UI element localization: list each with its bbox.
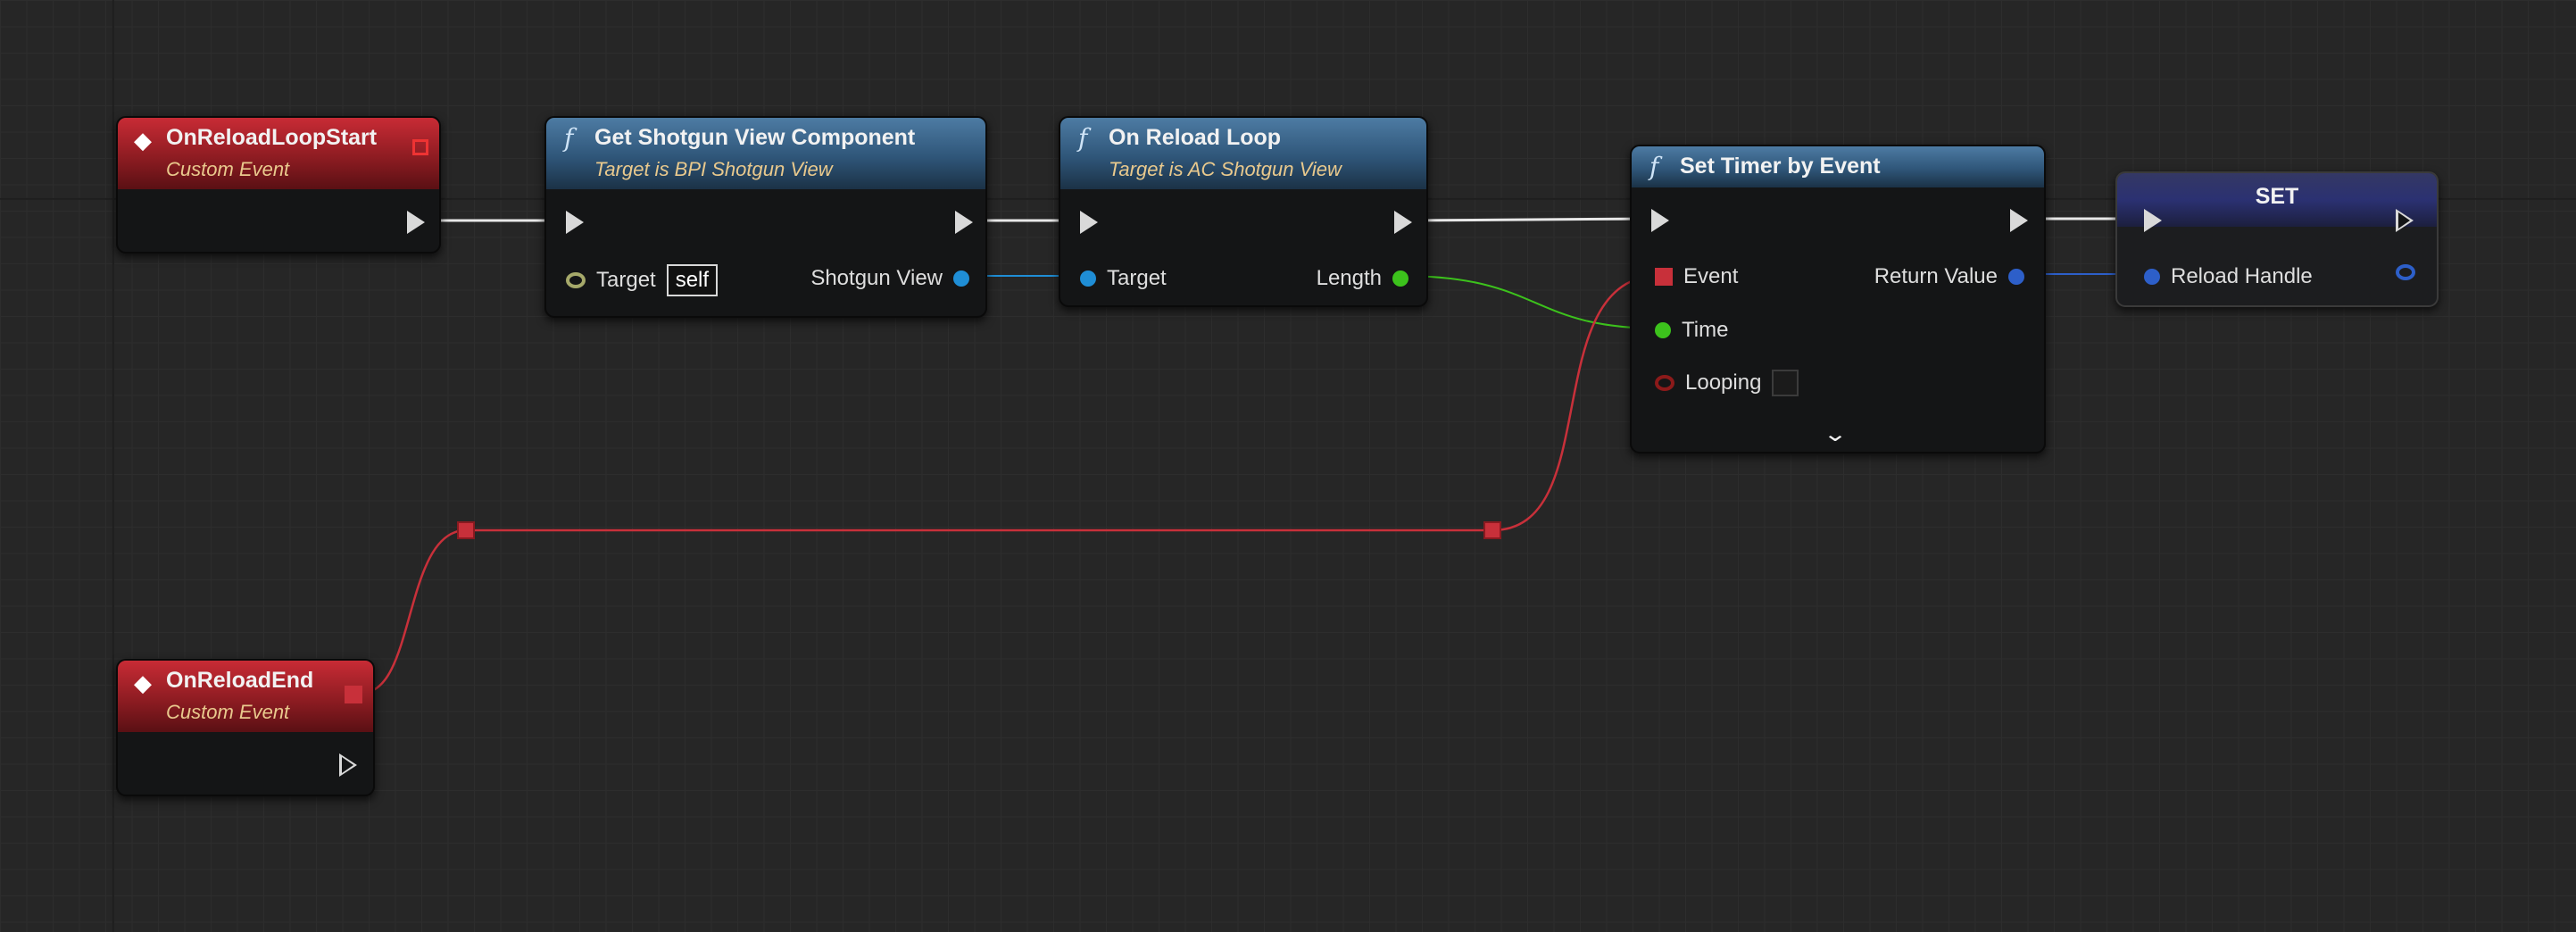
on-reload-end-node[interactable]: ◆ OnReloadEnd Custom Event <box>116 659 375 796</box>
reload-handle-input-pin[interactable]: Reload Handle <box>2144 264 2313 289</box>
event-diamond-icon: ◆ <box>134 670 152 696</box>
delegate-output-pin[interactable] <box>412 139 428 155</box>
target-value-field[interactable]: self <box>666 264 719 296</box>
target-input-pin[interactable]: Target self <box>566 264 719 296</box>
node-header: f Get Shotgun View Component Target is B… <box>546 118 985 189</box>
node-title: OnReloadEnd <box>166 668 314 693</box>
target-label: Target <box>596 268 656 292</box>
event-label: Event <box>1683 264 1739 288</box>
exec-arrow-icon <box>1080 211 1098 234</box>
exec-input-pin[interactable] <box>566 211 584 234</box>
output-label: Shotgun View <box>810 266 943 290</box>
exec-output-pin[interactable] <box>955 211 973 234</box>
node-title: On Reload Loop <box>1109 125 1282 150</box>
exec-arrow-icon <box>2144 209 2162 232</box>
function-f-icon: f <box>1078 123 1088 153</box>
looping-checkbox[interactable] <box>1772 370 1799 396</box>
exec-arrow-icon <box>1394 211 1412 234</box>
on-reload-loop-start-node[interactable]: ◆ OnReloadLoopStart Custom Event <box>116 116 441 254</box>
float-wire <box>1399 275 1663 329</box>
exec-arrow-icon <box>2396 209 2414 232</box>
chevron-down-icon[interactable]: ⌄ <box>1823 421 1848 447</box>
target-label: Target <box>1107 266 1167 290</box>
exec-output-pin[interactable] <box>407 211 425 234</box>
time-label: Time <box>1682 318 1729 342</box>
set-reload-handle-node[interactable]: SET Reload Handle <box>2115 171 2439 307</box>
delegate-pin-icon <box>1655 268 1673 286</box>
object-pin-icon <box>953 270 969 287</box>
node-header: ◆ OnReloadLoopStart Custom Event <box>118 118 439 189</box>
output-label: Length <box>1316 266 1382 290</box>
get-shotgun-view-component-node[interactable]: f Get Shotgun View Component Target is B… <box>544 116 987 318</box>
handle-pin-icon <box>2008 269 2024 285</box>
event-diamond-icon: ◆ <box>134 127 152 154</box>
node-subtitle: Custom Event <box>166 701 290 723</box>
reroute-node-2[interactable] <box>1483 521 1501 539</box>
node-title: Set Timer by Event <box>1680 154 1881 179</box>
exec-output-pin[interactable] <box>1394 211 1412 234</box>
node-header: f Set Timer by Event <box>1632 146 2044 187</box>
set-timer-by-event-node[interactable]: f Set Timer by Event Event Return Value … <box>1630 145 2046 454</box>
reload-handle-output-pin[interactable] <box>2396 264 2415 280</box>
function-f-icon: f <box>1649 152 1659 181</box>
return-label: Return Value <box>1874 264 1998 288</box>
node-title: SET <box>2255 184 2299 209</box>
handle-pin-icon <box>2396 264 2415 280</box>
var-label: Reload Handle <box>2171 264 2313 288</box>
node-header: f On Reload Loop Target is AC Shotgun Vi… <box>1060 118 1426 189</box>
target-input-pin[interactable]: Target <box>1080 266 1167 291</box>
exec-arrow-icon <box>2010 209 2028 232</box>
exec-arrow-icon <box>955 211 973 234</box>
node-subtitle: Target is BPI Shotgun View <box>594 158 833 180</box>
exec-arrow-icon <box>566 211 584 234</box>
bool-pin-icon <box>1655 375 1674 391</box>
object-pin-icon <box>1080 270 1096 287</box>
exec-arrow-icon <box>339 753 357 777</box>
length-output-pin[interactable]: Length <box>1317 266 1408 291</box>
node-header: SET <box>2117 173 2437 227</box>
delegate-wire-a <box>361 528 467 695</box>
exec-output-pin[interactable] <box>2010 209 2028 232</box>
return-value-output-pin[interactable]: Return Value <box>1874 264 2024 289</box>
exec-input-pin[interactable] <box>1651 209 1669 232</box>
time-input-pin[interactable]: Time <box>1655 318 1728 343</box>
node-subtitle: Custom Event <box>166 158 290 180</box>
exec-arrow-icon <box>407 211 425 234</box>
exec-arrow-icon <box>1651 209 1669 232</box>
looping-label: Looping <box>1685 370 1762 395</box>
exec-output-pin[interactable] <box>2396 209 2414 232</box>
node-header: ◆ OnReloadEnd Custom Event <box>118 661 373 732</box>
on-reload-loop-node[interactable]: f On Reload Loop Target is AC Shotgun Vi… <box>1059 116 1428 307</box>
float-pin-icon <box>1655 322 1671 338</box>
function-f-icon: f <box>564 123 574 153</box>
exec-output-pin[interactable] <box>339 753 357 777</box>
shotgun-view-output-pin[interactable]: Shotgun View <box>810 266 969 291</box>
looping-input-pin[interactable]: Looping <box>1655 370 1799 396</box>
self-pin-icon <box>566 272 586 288</box>
exec-input-pin[interactable] <box>1080 211 1098 234</box>
reroute-node-1[interactable] <box>457 521 475 539</box>
handle-pin-icon <box>2144 269 2160 285</box>
event-input-pin[interactable]: Event <box>1655 264 1738 289</box>
float-pin-icon <box>1392 270 1408 287</box>
delegate-output-pin[interactable] <box>345 686 362 703</box>
node-subtitle: Target is AC Shotgun View <box>1109 158 1342 180</box>
node-title: OnReloadLoopStart <box>166 125 378 150</box>
exec-input-pin[interactable] <box>2144 209 2162 232</box>
node-title: Get Shotgun View Component <box>594 125 916 150</box>
exec-wire-3 <box>1404 217 1656 222</box>
